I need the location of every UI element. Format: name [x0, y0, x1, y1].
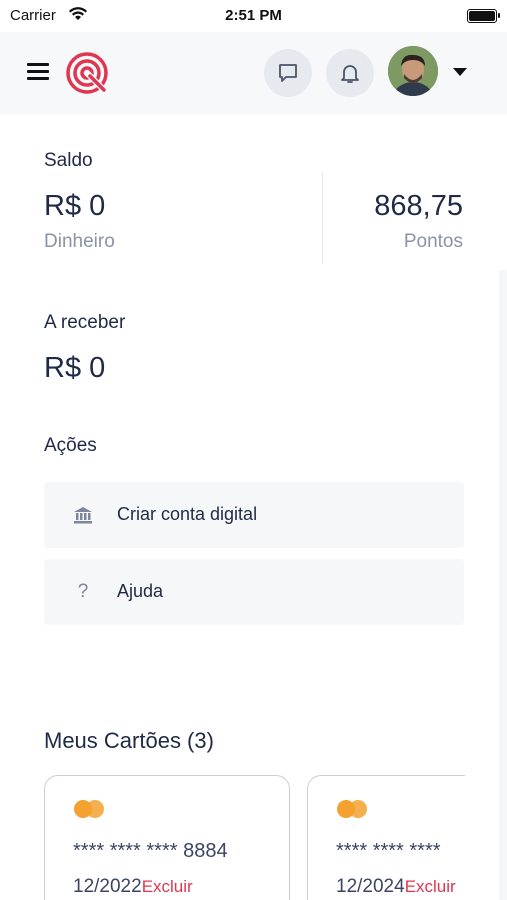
- action-help[interactable]: ? Ajuda: [44, 559, 464, 625]
- avatar-image: [388, 46, 438, 96]
- cards-carousel[interactable]: **** **** **** 8884 12/2022Excluir **** …: [0, 760, 465, 900]
- points-value: 868,75: [374, 190, 463, 222]
- chat-button[interactable]: [264, 49, 312, 97]
- mastercard-icon: [74, 800, 104, 818]
- scroll-edge: [499, 270, 507, 900]
- receivable-title: A receber: [44, 312, 126, 333]
- clock: 2:51 PM: [225, 7, 282, 24]
- card-number: **** **** ****: [336, 840, 441, 863]
- mastercard-icon: [337, 800, 367, 818]
- action-label: Ajuda: [117, 581, 164, 601]
- action-create-digital-account[interactable]: Criar conta digital: [44, 482, 464, 548]
- action-label: Criar conta digital: [117, 504, 258, 524]
- app-header: [0, 32, 507, 114]
- credit-card[interactable]: **** **** **** 8884 12/2022Excluir: [44, 775, 290, 900]
- card-masked: **** **** ****: [336, 840, 441, 862]
- chat-icon: [279, 64, 297, 82]
- delete-card-button[interactable]: Excluir: [405, 877, 456, 896]
- card-expiry: 12/2022: [73, 876, 142, 897]
- caret-down-icon[interactable]: [453, 68, 467, 76]
- money-caption: Dinheiro: [44, 231, 115, 252]
- menu-icon[interactable]: [27, 63, 49, 81]
- balance-title: Saldo: [44, 150, 93, 171]
- bell-icon: [341, 65, 359, 83]
- app-logo[interactable]: [64, 50, 110, 96]
- battery-icon: [467, 9, 500, 23]
- card-expiry: 12/2024: [336, 876, 405, 897]
- card-number: **** **** **** 8884: [73, 840, 228, 863]
- receivable-value: R$ 0: [44, 352, 106, 384]
- money-value: R$ 0: [44, 190, 106, 222]
- delete-card-button[interactable]: Excluir: [142, 877, 193, 896]
- credit-card[interactable]: **** **** **** 12/2024Excluir: [307, 775, 465, 900]
- status-bar: Carrier 2:51 PM: [0, 0, 507, 32]
- notifications-button[interactable]: [326, 49, 374, 97]
- card-expiry-row: 12/2024Excluir: [336, 876, 456, 898]
- card-last4: 8884: [183, 840, 228, 862]
- actions-title: Ações: [44, 435, 97, 456]
- bank-icon: [74, 507, 92, 524]
- points-caption: Pontos: [403, 231, 463, 252]
- card-masked: **** **** ****: [73, 840, 178, 862]
- cards-title: Meus Cartões (3): [44, 728, 214, 753]
- question-icon: ?: [77, 581, 89, 602]
- balance-divider: [322, 172, 323, 264]
- avatar[interactable]: [388, 46, 438, 96]
- card-expiry-row: 12/2022Excluir: [73, 876, 193, 898]
